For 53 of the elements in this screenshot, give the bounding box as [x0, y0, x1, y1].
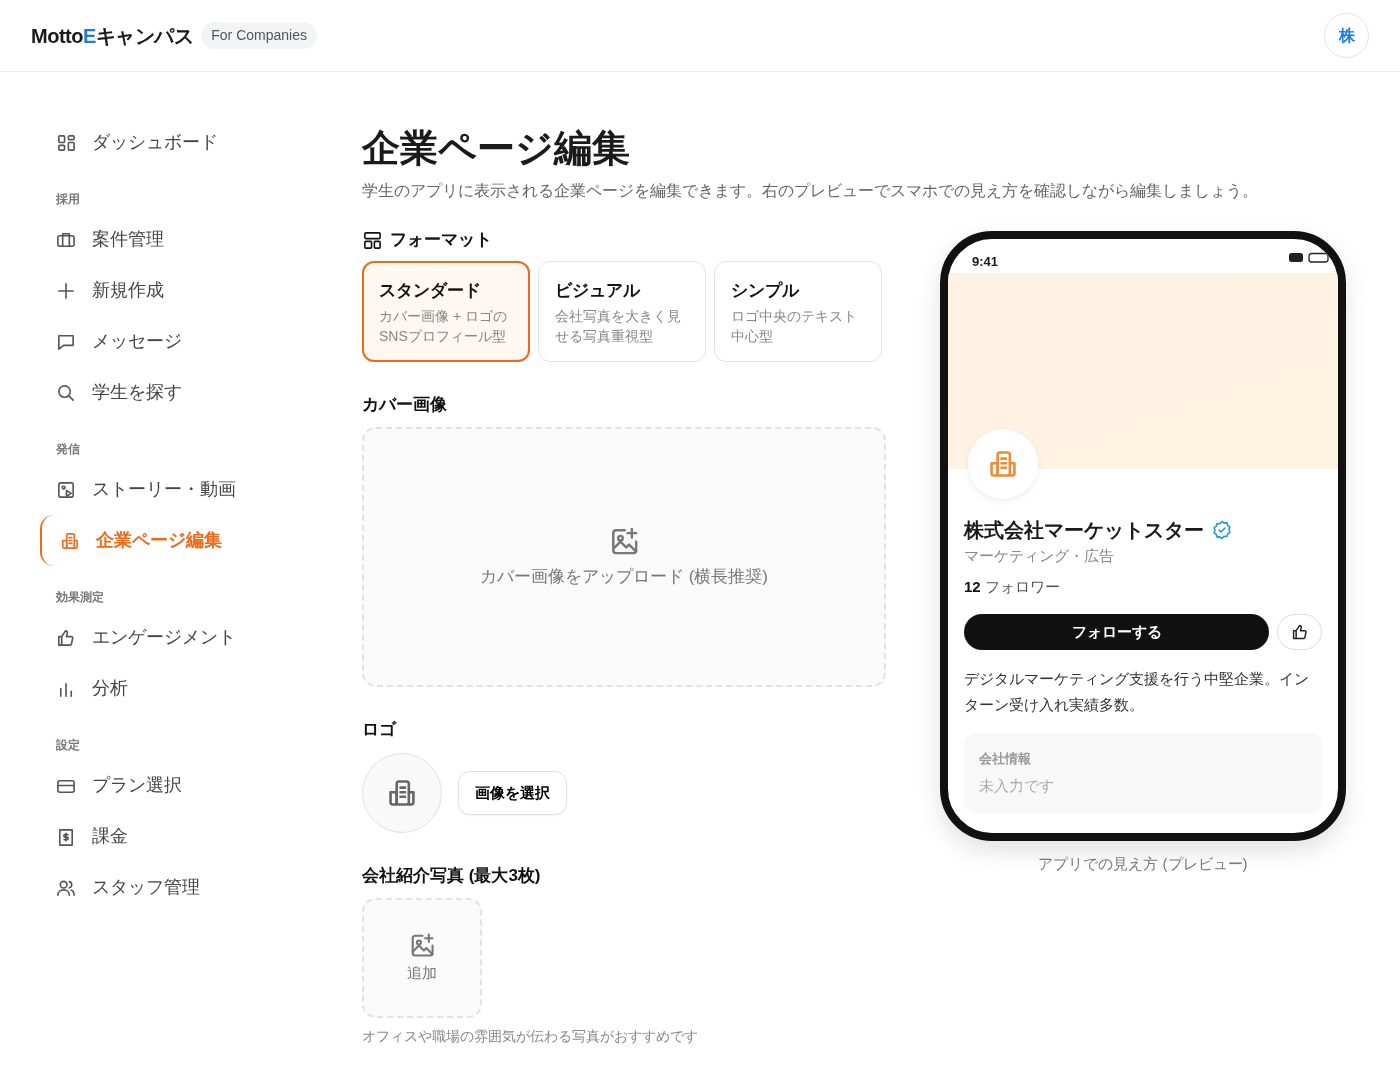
- select-image-button[interactable]: 画像を選択: [458, 770, 567, 816]
- photo-hint: オフィスや職場の雰囲気が伝わる写真がおすすめです: [362, 1027, 699, 1047]
- sidebar-section-label: 発信: [55, 441, 81, 458]
- status-time: 9:41: [972, 253, 999, 272]
- sidebar-item[interactable]: 分析: [40, 663, 280, 714]
- company-category: マーケティング・広告: [964, 546, 1115, 567]
- add-image-icon: [609, 525, 639, 556]
- company-bio: デジタルマーケティング支援を行う中堅企業。インターン受け入れ実績多数。: [964, 669, 1310, 715]
- sidebar-section-label: 採用: [55, 191, 81, 208]
- layout-icon: [362, 230, 382, 251]
- receipt-icon: [56, 826, 76, 847]
- format-option[interactable]: スタンダード カバー画像 + ロゴのSNSプロフィール型: [362, 260, 530, 362]
- add-photo-tile[interactable]: 追加: [362, 898, 482, 1019]
- format-option[interactable]: ビジュアル 会社写真を大きく見せる写真重視型: [538, 260, 706, 362]
- section-label: カバー画像: [362, 393, 448, 416]
- thumbs-up-icon: [56, 627, 76, 648]
- section-label: ロゴ: [362, 719, 398, 742]
- page-title: 企業ページ編集: [362, 126, 631, 171]
- sidebar-section-label: 効果測定: [55, 589, 105, 606]
- sidebar-item[interactable]: メッセージ: [40, 316, 280, 367]
- format-option[interactable]: シンプル ロゴ中央のテキスト中心型: [714, 260, 882, 362]
- like-button[interactable]: [1277, 614, 1322, 651]
- company-name: 株式会社マーケットスター: [964, 518, 1204, 544]
- sidebar-item[interactable]: 学生を探す: [40, 367, 280, 418]
- section-label: フォーマット: [390, 229, 492, 252]
- dashboard-icon: [56, 132, 76, 153]
- audience-tag: For Companies: [201, 22, 317, 49]
- building-icon: [60, 530, 80, 551]
- plus-icon: [56, 280, 76, 301]
- follow-button[interactable]: フォローする: [964, 614, 1269, 651]
- preview-caption: アプリでの見え方 (プレビュー): [1037, 854, 1249, 875]
- sidebar-item[interactable]: 新規作成: [40, 265, 280, 316]
- page-description: 学生のアプリに表示される企業ページを編集できます。右のプレビューでスマホでの見え方を確認しながら編集しましょう。: [362, 181, 1259, 202]
- search-icon: [56, 382, 76, 403]
- sidebar-item[interactable]: エンゲージメント: [40, 612, 280, 663]
- video-image-icon: [56, 479, 76, 500]
- sidebar-item[interactable]: ストーリー・動画: [40, 464, 280, 515]
- add-image-icon: [409, 932, 435, 959]
- sidebar-item[interactable]: 課金: [40, 811, 280, 862]
- sidebar-section-label: 設定: [55, 737, 81, 754]
- thumbs-up-icon: [1290, 623, 1309, 642]
- sidebar-item[interactable]: スタッフ管理: [40, 862, 280, 913]
- section-label: 会社紹介写真 (最大3枚): [362, 864, 542, 887]
- sidebar-item[interactable]: ダッシュボード: [40, 117, 280, 168]
- logo[interactable]: MottoEキャンパス: [31, 20, 194, 51]
- sidebar-item[interactable]: プラン選択: [40, 760, 280, 811]
- info-title: 会社情報: [979, 750, 1032, 769]
- info-value: 未入力です: [979, 775, 1055, 796]
- follower-count: 12: [964, 576, 981, 597]
- cover-upload-area[interactable]: カバー画像をアップロード (横長推奨): [362, 427, 886, 688]
- follower-label: フォロワー: [984, 576, 1060, 597]
- account-avatar[interactable]: 株: [1324, 13, 1369, 58]
- sidebar-item[interactable]: 案件管理: [40, 214, 280, 265]
